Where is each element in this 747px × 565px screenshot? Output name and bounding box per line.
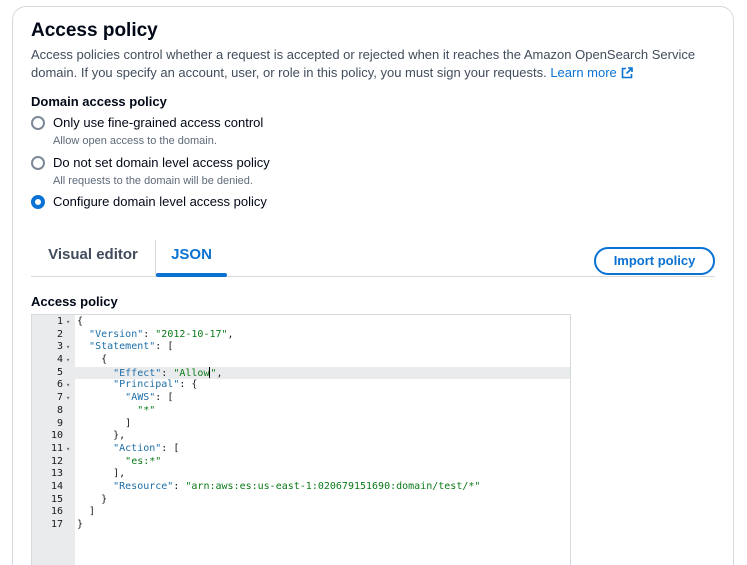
radio-button[interactable] [31,156,45,170]
access-policy-editor-label: Access policy [31,294,118,309]
code-line[interactable]: 10 }, [32,430,570,443]
radio-fine-grained[interactable]: Only use fine-grained access control All… [31,114,263,149]
code-text: { [77,354,108,366]
text-cursor [209,366,211,378]
line-number: 7 [56,392,63,404]
code-text: }, [77,430,126,442]
radio-button[interactable] [31,116,45,130]
code-line[interactable]: 14 "Resource": "arn:aws:es:us-east-1:020… [32,481,570,494]
code-text: } [77,493,108,505]
line-number: 5 [56,366,63,378]
line-number: 1 [56,316,63,327]
code-line[interactable]: 4 ▾ { [32,354,570,367]
radio-description: All requests to the domain will be denie… [53,175,253,187]
line-number: 4 [56,354,63,366]
code-text: "Principal": { [113,379,198,391]
code-line[interactable]: 11 ▾ "Action": [ [32,443,570,456]
line-number: 12 [50,455,63,467]
code-line[interactable]: 17} [32,519,570,532]
line-number: 10 [50,430,63,442]
radio-configure-domain-policy[interactable]: Configure domain level access policy [31,193,267,211]
domain-access-policy-label: Domain access policy [31,94,167,109]
code-line[interactable]: 13 ], [32,468,570,481]
radio-label: Only use fine-grained access control [53,115,264,130]
code-line[interactable]: 6 ▾ "Principal": { [32,379,570,392]
code-line[interactable]: 1 ▾ { [32,316,570,329]
tab-json[interactable]: JSON [155,240,227,277]
code-text: "Resource": "arn:aws:es:us-east-1:020679… [113,480,481,492]
code-text: "AWS": [ [125,392,174,404]
radio-description: Allow open access to the domain. [53,135,217,147]
radio-label: Do not set domain level access policy [53,155,270,170]
line-number: 3 [56,341,63,353]
code-text: "*" [137,404,156,416]
line-number: 13 [50,468,63,480]
code-line[interactable]: 3 ▾ "Statement": [ [32,341,570,354]
code-text: "Effect": "Allow", [113,366,223,379]
tab-visual-editor[interactable]: Visual editor [31,240,155,276]
code-line[interactable]: 7 ▾ "AWS": [ [32,392,570,405]
code-text: "es:*" [125,455,162,467]
line-number: 8 [56,404,63,416]
code-line[interactable]: 12 "es:*" [32,456,570,469]
code-text: ], [77,468,126,480]
fold-toggle-icon[interactable]: ▾ [66,443,70,456]
section-description: Access policies control whether a reques… [31,46,721,82]
line-number: 17 [50,519,63,530]
code-lines: 1 ▾{2 "Version": "2012-10-17", 3 ▾ "Stateme… [32,316,570,532]
active-tab-indicator [156,273,227,277]
line-number: 11 [50,442,63,454]
code-line[interactable]: 5 "Effect": "Allow", [32,366,570,380]
code-text: } [77,519,84,530]
tab-json-label: JSON [171,246,212,263]
line-number: 2 [56,328,63,340]
line-number: 6 [56,379,63,391]
code-line[interactable]: 16 ] [32,506,570,519]
code-text: "Version": "2012-10-17", [89,328,234,340]
learn-more-link[interactable]: Learn more [550,65,633,80]
fold-toggle-icon[interactable]: ▾ [66,392,70,405]
line-number: 15 [50,493,63,505]
import-policy-button[interactable]: Import policy [594,247,715,275]
fold-toggle-icon[interactable]: ▾ [66,379,70,392]
json-code-editor[interactable]: 1 ▾{2 "Version": "2012-10-17", 3 ▾ "Stateme… [31,314,571,565]
code-line[interactable]: 9 ] [32,418,570,431]
radio-button-selected[interactable] [31,195,45,209]
line-number: 9 [56,417,63,429]
external-link-icon [621,67,633,79]
fold-toggle-icon[interactable]: ▾ [66,341,70,354]
line-number: 14 [50,480,63,492]
code-text: ] [77,506,96,518]
code-text: "Statement": [ [89,341,174,353]
fold-toggle-icon[interactable]: ▾ [66,354,70,367]
radio-no-domain-policy[interactable]: Do not set domain level access policy Al… [31,154,270,189]
code-text: ] [77,417,132,429]
page-title: Access policy [31,20,158,41]
learn-more-label: Learn more [550,65,617,80]
code-text: "Action": [ [113,442,180,454]
code-line[interactable]: 8 "*" [32,405,570,418]
code-line[interactable]: 2 "Version": "2012-10-17", [32,329,570,342]
radio-label: Configure domain level access policy [53,194,267,209]
code-line[interactable]: 15 } [32,494,570,507]
code-text: { [77,316,84,327]
line-number: 16 [50,506,63,518]
fold-toggle-icon[interactable]: ▾ [66,316,70,329]
